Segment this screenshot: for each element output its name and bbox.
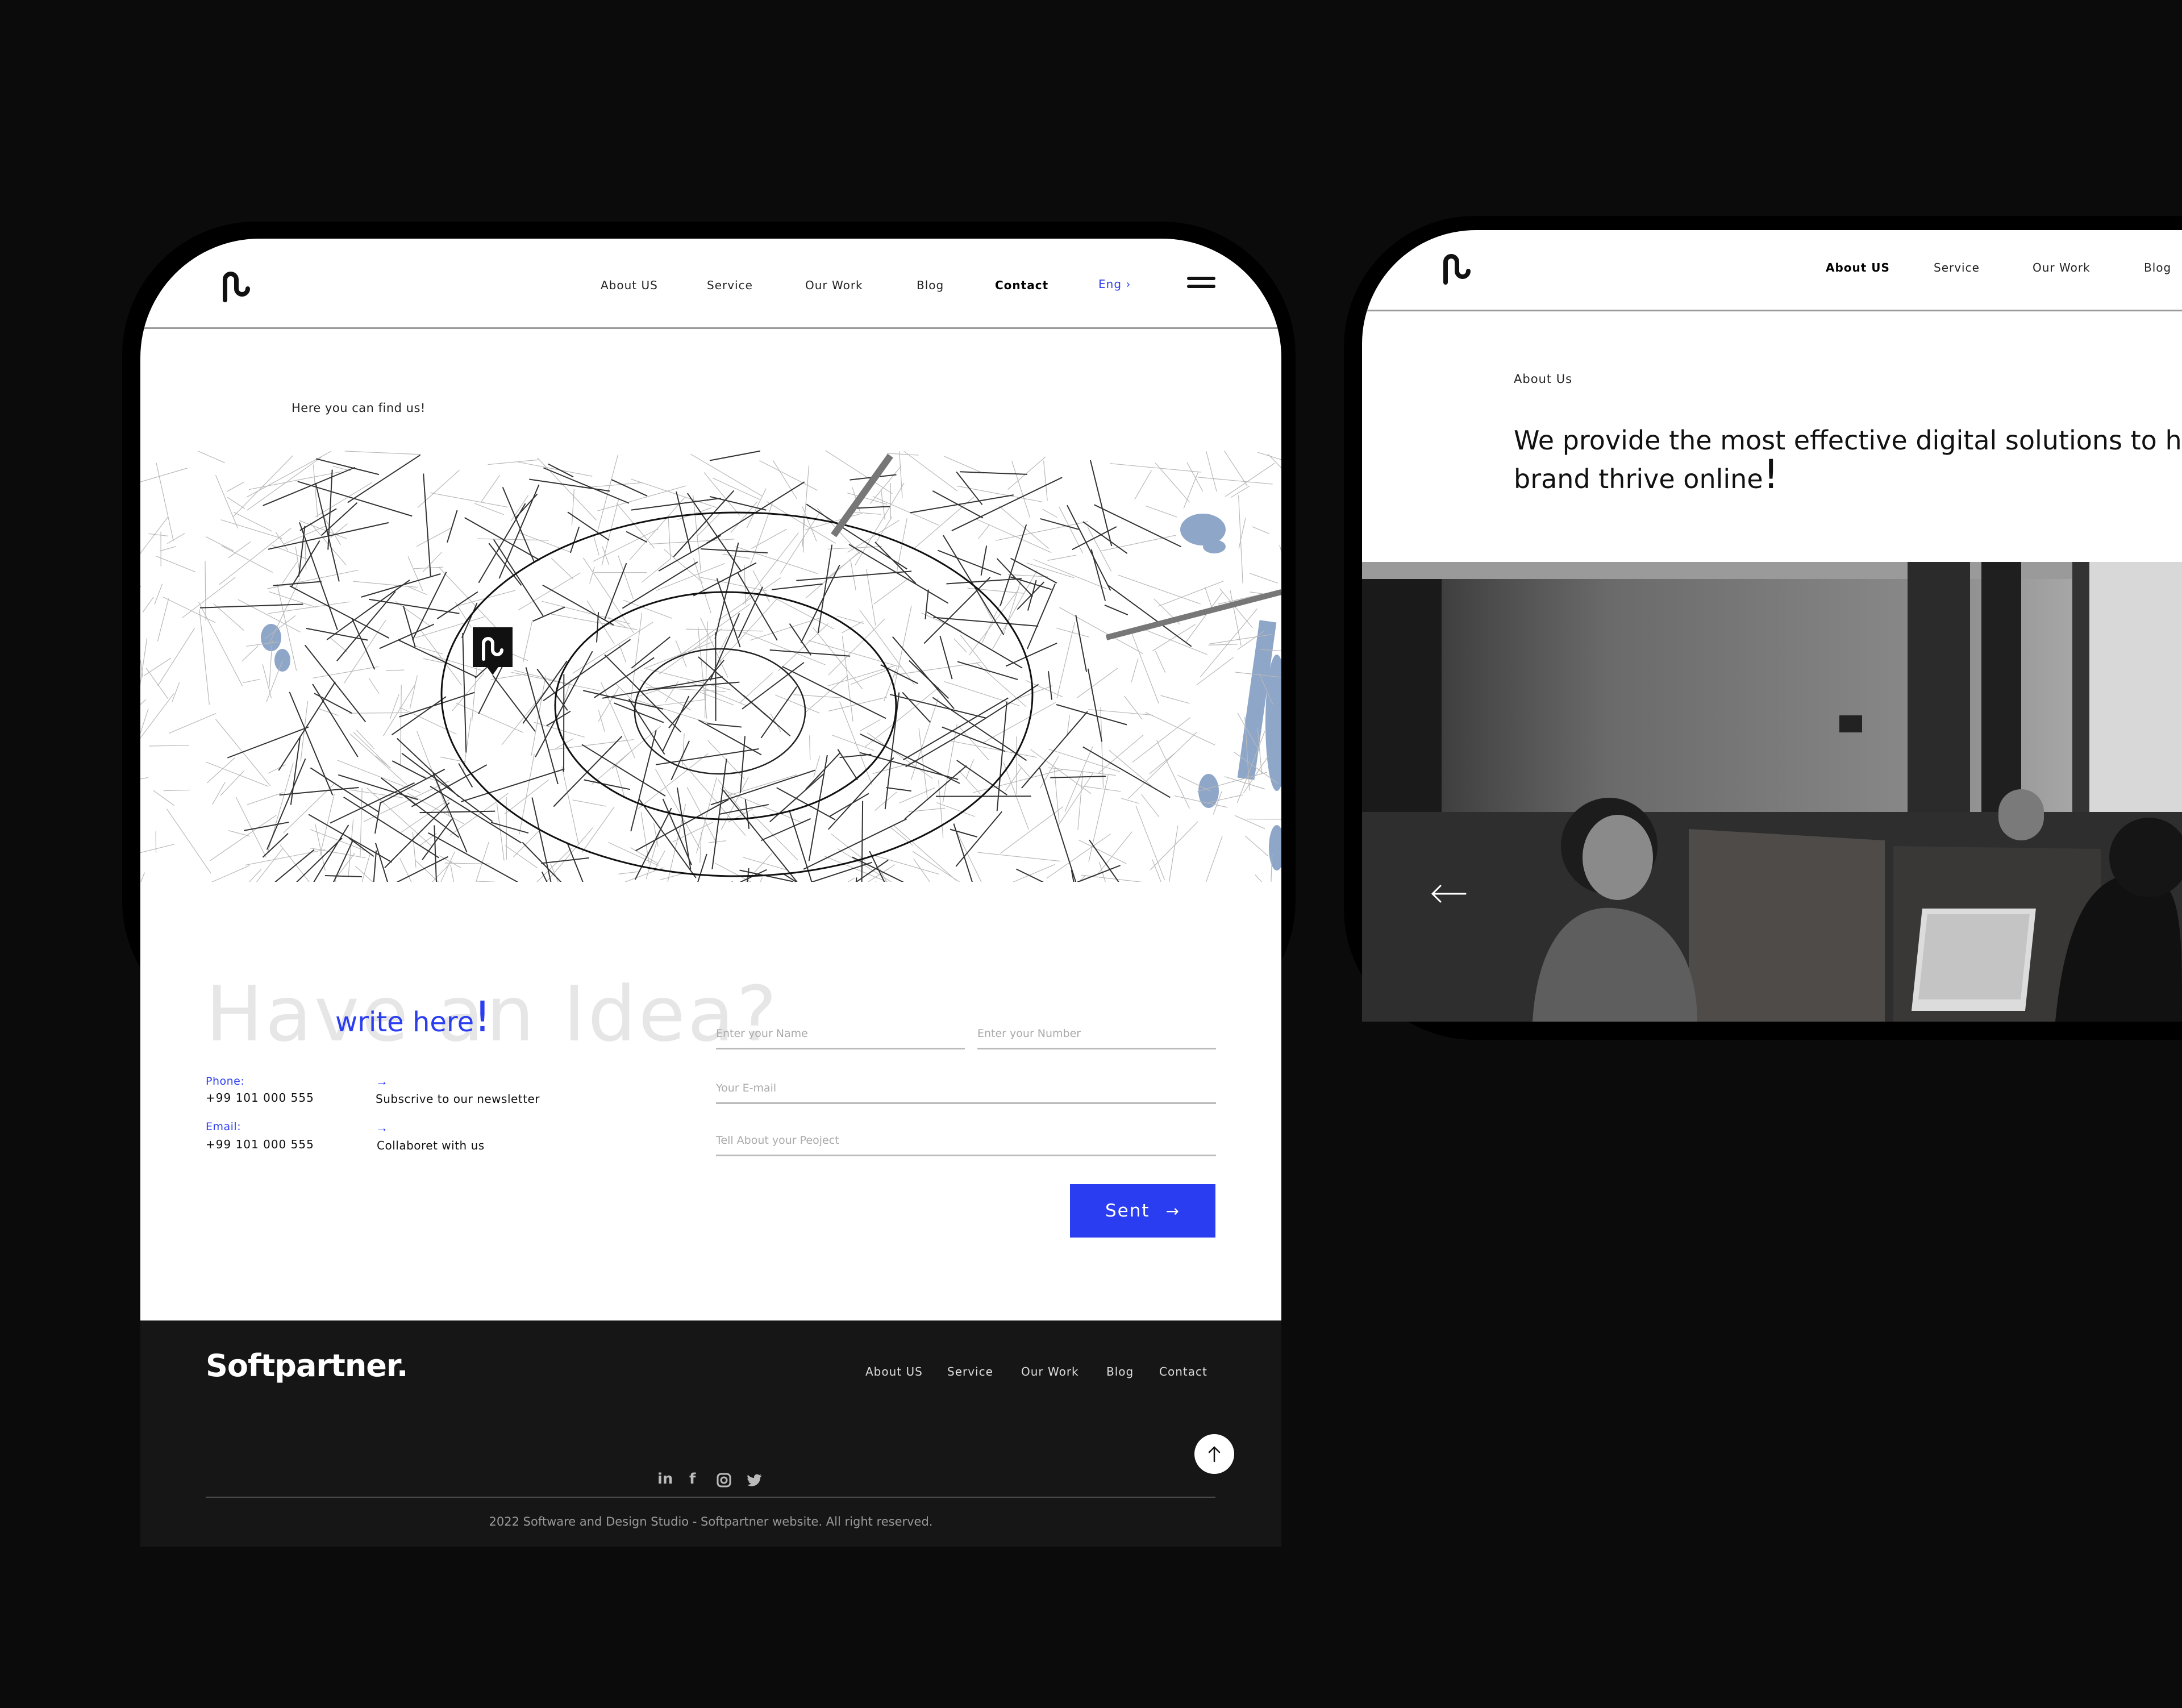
project-input[interactable] (716, 1134, 1216, 1147)
footer-nav-our-work[interactable]: Our Work (1021, 1365, 1079, 1378)
sent-label: Sent (1105, 1201, 1150, 1221)
project-field[interactable] (716, 1134, 1216, 1156)
map-streets (140, 450, 1281, 975)
nav-our-work[interactable]: Our Work (2033, 261, 2091, 274)
menu-icon[interactable] (1187, 277, 1215, 293)
phone-value[interactable]: +99 101 000 555 (206, 1091, 314, 1105)
exclamation-mark: ! (474, 993, 491, 1042)
office-photo-illustration (1362, 562, 2182, 1022)
footer-divider (206, 1497, 1215, 1498)
about-section-label: About Us (1514, 372, 1573, 386)
facebook-icon[interactable]: f (689, 1470, 696, 1488)
nav-contact[interactable]: Contact (995, 278, 1048, 292)
exclamation-mark: ! (1763, 451, 1779, 498)
nav-blog[interactable]: Blog (917, 278, 944, 292)
footer-brand[interactable]: Softpartner. (206, 1348, 408, 1384)
write-here-heading: write here! (335, 993, 491, 1042)
nav-blog[interactable]: Blog (2144, 261, 2171, 274)
softpartner-logo-icon[interactable] (217, 266, 251, 302)
about-page-screen: About US Service Our Work Blog About Us … (1362, 230, 2182, 1022)
softpartner-logo-icon[interactable] (1438, 248, 1472, 285)
sent-button[interactable]: Sent → (1070, 1184, 1215, 1238)
email-label: Email: (206, 1120, 241, 1133)
collaborate-link[interactable]: Collaboret with us (377, 1139, 485, 1152)
number-input[interactable] (977, 1027, 1216, 1040)
nav-service[interactable]: Service (1934, 261, 1980, 274)
ghost-heading: Have an Idea? (206, 970, 780, 1059)
scroll-to-top-button[interactable] (1194, 1434, 1234, 1474)
about-headline: We provide the most effective digital so… (1514, 423, 2182, 496)
contact-header: About US Service Our Work Blog Contact E… (140, 239, 1281, 329)
about-header: About US Service Our Work Blog (1362, 230, 2182, 311)
name-input[interactable] (716, 1027, 965, 1040)
name-field[interactable] (716, 1027, 965, 1049)
contact-section: Have an Idea? write here! Phone: +99 101… (140, 882, 1281, 1332)
location-pin-icon[interactable] (473, 627, 513, 677)
footer-nav-about-us[interactable]: About US (865, 1365, 923, 1378)
nav-our-work[interactable]: Our Work (805, 278, 863, 292)
location-map[interactable] (140, 450, 1281, 975)
headline-line-2: brand thrive online! (1514, 455, 2182, 496)
nav-about-us[interactable]: About US (601, 278, 658, 292)
write-here-text: write here (335, 1006, 474, 1038)
arrow-up-icon (1208, 1446, 1221, 1463)
team-office-photo (1362, 562, 2182, 1022)
email-input[interactable] (716, 1082, 1216, 1094)
arrow-left-icon (1431, 885, 1467, 903)
language-selector[interactable]: Eng › (1098, 277, 1131, 291)
footer-nav-contact[interactable]: Contact (1159, 1365, 1207, 1378)
twitter-icon[interactable] (746, 1474, 762, 1488)
contact-page-screen: About US Service Our Work Blog Contact E… (140, 239, 1281, 1547)
arrow-right-icon: → (376, 1120, 388, 1135)
footer-nav-service[interactable]: Service (947, 1365, 993, 1378)
headline-line-2-text: brand thrive online (1514, 464, 1763, 494)
newsletter-link[interactable]: Subscrive to our newsletter (376, 1092, 540, 1106)
nav-about-us[interactable]: About US (1826, 261, 1890, 274)
number-field[interactable] (977, 1027, 1216, 1049)
instagram-icon[interactable] (717, 1473, 731, 1488)
nav-service[interactable]: Service (707, 278, 753, 292)
copyright-text: 2022 Software and Design Studio - Softpa… (489, 1515, 933, 1528)
phone-label: Phone: (206, 1075, 245, 1088)
email-value[interactable]: +99 101 000 555 (206, 1138, 314, 1151)
footer: Softpartner. About US Service Our Work B… (140, 1320, 1281, 1547)
arrow-right-icon: → (376, 1074, 388, 1088)
headline-line-1: We provide the most effective digital so… (1514, 425, 2182, 456)
map-section-label: Here you can find us! (292, 401, 426, 415)
email-field[interactable] (716, 1082, 1216, 1104)
linkedin-icon[interactable]: in (657, 1470, 673, 1488)
previous-slide-button[interactable] (1430, 884, 1467, 907)
arrow-right-icon: → (1165, 1201, 1181, 1220)
footer-nav-blog[interactable]: Blog (1106, 1365, 1134, 1378)
